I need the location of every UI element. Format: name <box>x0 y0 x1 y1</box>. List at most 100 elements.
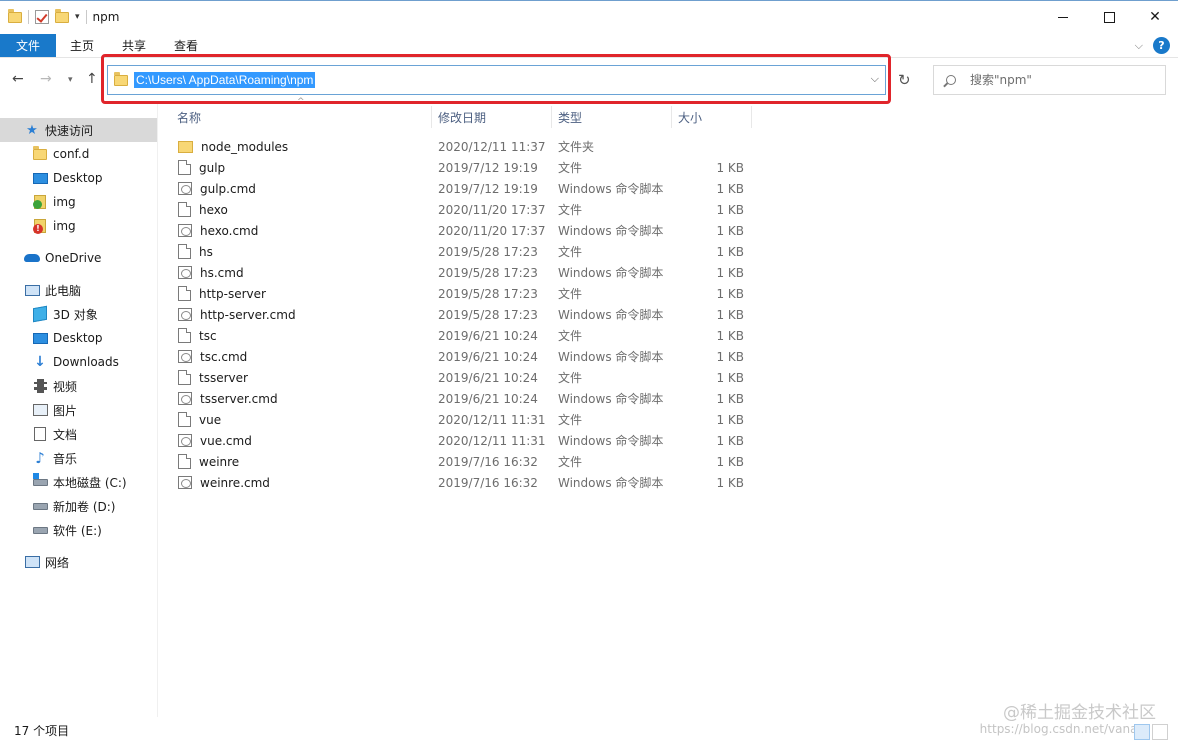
recent-locations-dropdown[interactable]: ▾ <box>68 75 73 85</box>
column-header-type[interactable]: 类型 <box>552 106 672 128</box>
sidebar-item-quick-access[interactable]: ★ 快速访问 <box>0 118 157 142</box>
maximize-button[interactable] <box>1086 0 1132 34</box>
file-row[interactable]: tsserver 2019/6/21 10:24 文件 1 KB <box>170 367 770 388</box>
forward-button[interactable]: → <box>40 71 52 87</box>
drive-c-icon <box>32 478 48 486</box>
column-header-size[interactable]: 大小 <box>672 106 752 128</box>
image-folder-ok-icon <box>34 195 46 209</box>
file-type: Windows 命令脚本 <box>558 350 664 364</box>
sidebar-item-this-pc[interactable]: 此电脑 <box>24 278 81 302</box>
file-row[interactable]: tsserver.cmd 2019/6/21 10:24 Windows 命令脚… <box>170 388 770 409</box>
sidebar-item-label: 软件 (E:) <box>53 523 102 538</box>
file-row[interactable]: hs.cmd 2019/5/28 17:23 Windows 命令脚本 1 KB <box>170 262 770 283</box>
sidebar-item-drive-e[interactable]: 软件 (E:) <box>32 518 102 542</box>
file-size: 1 KB <box>716 370 744 385</box>
file-date: 2020/12/11 11:37 <box>438 139 546 154</box>
tab-home[interactable]: 主页 <box>56 34 108 57</box>
sidebar-item-3d-objects[interactable]: 3D 对象 <box>32 302 98 326</box>
sidebar-item-drive-c[interactable]: 本地磁盘 (C:) <box>32 470 127 494</box>
back-button[interactable]: ← <box>12 71 24 87</box>
folder-icon <box>178 140 193 153</box>
sidebar-item-onedrive[interactable]: OneDrive <box>24 246 101 270</box>
file-type: 文件 <box>558 203 583 217</box>
file-row[interactable]: gulp 2019/7/12 19:19 文件 1 KB <box>170 157 770 178</box>
sidebar-item-documents[interactable]: 文档 <box>32 422 77 446</box>
file-date: 2019/5/28 17:23 <box>438 244 538 259</box>
sidebar-item-conf-d[interactable]: conf.d <box>32 142 89 166</box>
view-toggle <box>1134 724 1168 740</box>
sidebar-item-videos[interactable]: 视频 <box>32 374 77 398</box>
properties-icon[interactable] <box>35 10 49 24</box>
file-name: gulp <box>199 160 226 175</box>
customize-toolbar-dropdown[interactable]: ▾ <box>75 12 80 22</box>
expand-ribbon-icon[interactable]: ⌵ <box>1135 39 1143 53</box>
file-row[interactable]: node_modules 2020/12/11 11:37 文件夹 <box>170 136 770 157</box>
file-row[interactable]: tsc 2019/6/21 10:24 文件 1 KB <box>170 325 770 346</box>
cmd-script-icon <box>178 434 192 447</box>
sidebar-item-img-error[interactable]: img <box>32 214 76 238</box>
sidebar-item-drive-d[interactable]: 新加卷 (D:) <box>32 494 115 518</box>
file-size: 1 KB <box>716 391 744 406</box>
item-count: 17 个项目 <box>14 724 70 738</box>
column-header-date[interactable]: 修改日期 <box>432 106 552 128</box>
file-size: 1 KB <box>716 223 744 238</box>
minimize-button[interactable] <box>1040 0 1086 34</box>
file-row[interactable]: vue.cmd 2020/12/11 11:31 Windows 命令脚本 1 … <box>170 430 770 451</box>
sidebar-item-label: conf.d <box>53 147 90 161</box>
sidebar-item-pictures[interactable]: 图片 <box>32 398 77 422</box>
file-row[interactable]: weinre 2019/7/16 16:32 文件 1 KB <box>170 451 770 472</box>
file-name: vue <box>199 412 222 427</box>
sidebar-item-downloads[interactable]: ↓ Downloads <box>32 350 119 374</box>
address-dropdown-icon[interactable]: ⌵ <box>871 72 879 86</box>
close-button[interactable]: ✕ <box>1132 0 1178 34</box>
details-view-icon[interactable] <box>1134 724 1150 740</box>
file-row[interactable]: tsc.cmd 2019/6/21 10:24 Windows 命令脚本 1 K… <box>170 346 770 367</box>
folder-icon <box>8 8 22 23</box>
file-name: tsc.cmd <box>200 349 248 364</box>
file-name: tsserver <box>199 370 248 385</box>
file-name: tsc <box>199 328 217 343</box>
sidebar-item-network[interactable]: 网络 <box>24 550 69 574</box>
sidebar-item-music[interactable]: ♪ 音乐 <box>32 446 77 470</box>
music-icon: ♪ <box>35 449 45 467</box>
file-date: 2019/6/21 10:24 <box>438 370 538 385</box>
help-icon[interactable]: ? <box>1153 37 1170 54</box>
file-date: 2019/7/12 19:19 <box>438 160 538 175</box>
search-input[interactable] <box>970 73 1150 87</box>
file-date: 2019/5/28 17:23 <box>438 286 538 301</box>
drive-icon <box>32 526 48 534</box>
large-icons-view-icon[interactable] <box>1152 724 1168 740</box>
file-row[interactable]: gulp.cmd 2019/7/12 19:19 Windows 命令脚本 1 … <box>170 178 770 199</box>
sidebar-item-desktop-pc[interactable]: Desktop <box>32 326 103 350</box>
file-size: 1 KB <box>716 286 744 301</box>
file-row[interactable]: http-server.cmd 2019/5/28 17:23 Windows … <box>170 304 770 325</box>
toolbar-divider <box>85 10 87 24</box>
address-path[interactable]: C:\Users\ AppData\Roaming\npm <box>134 72 316 88</box>
file-list: node_modules 2020/12/11 11:37 文件夹 gulp 2… <box>170 136 770 493</box>
search-box[interactable] <box>933 65 1166 95</box>
file-row[interactable]: http-server 2019/5/28 17:23 文件 1 KB <box>170 283 770 304</box>
file-date: 2019/6/21 10:24 <box>438 391 538 406</box>
video-icon <box>33 379 47 393</box>
file-type: Windows 命令脚本 <box>558 476 664 490</box>
file-row[interactable]: hs 2019/5/28 17:23 文件 1 KB <box>170 241 770 262</box>
file-name: tsserver.cmd <box>200 391 278 406</box>
file-type: Windows 命令脚本 <box>558 224 664 238</box>
tab-file[interactable]: 文件 <box>0 34 56 57</box>
address-bar[interactable]: C:\Users\ AppData\Roaming\npm ⌵ <box>107 65 886 95</box>
refresh-button[interactable]: ↻ <box>898 71 911 89</box>
file-row[interactable]: weinre.cmd 2019/7/16 16:32 Windows 命令脚本 … <box>170 472 770 493</box>
file-type: Windows 命令脚本 <box>558 392 664 406</box>
file-name: hexo <box>199 202 228 217</box>
sidebar-item-label: img <box>53 219 76 233</box>
sidebar-item-img[interactable]: img <box>32 190 76 214</box>
file-row[interactable]: hexo.cmd 2020/11/20 17:37 Windows 命令脚本 1… <box>170 220 770 241</box>
file-row[interactable]: vue 2020/12/11 11:31 文件 1 KB <box>170 409 770 430</box>
up-button[interactable]: ↑ <box>86 71 98 87</box>
sidebar-item-desktop[interactable]: Desktop <box>32 166 103 190</box>
new-folder-icon[interactable] <box>55 8 69 23</box>
file-date: 2019/6/21 10:24 <box>438 349 538 364</box>
column-header-name[interactable]: 名称 <box>171 106 432 128</box>
file-row[interactable]: hexo 2020/11/20 17:37 文件 1 KB <box>170 199 770 220</box>
file-icon <box>178 160 191 175</box>
